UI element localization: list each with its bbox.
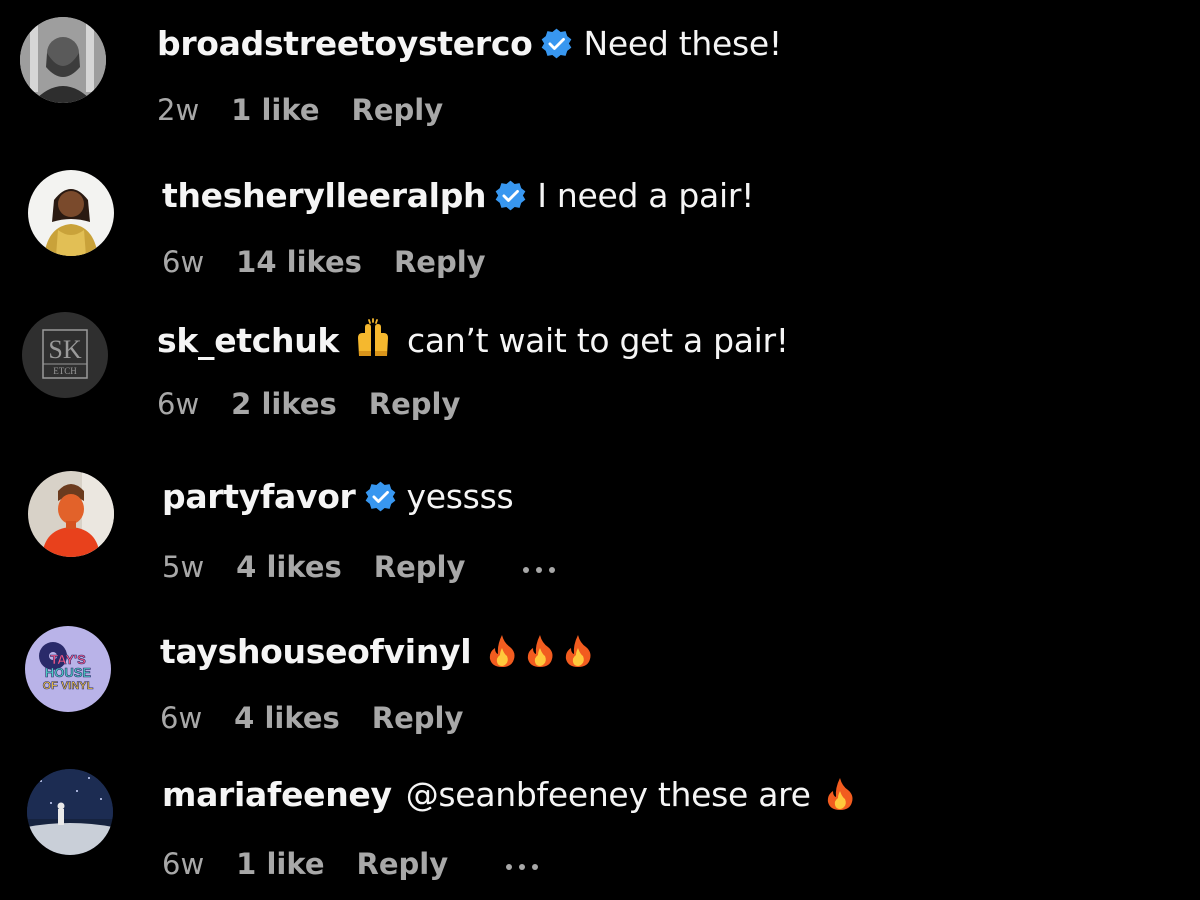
username-link[interactable]: thesherylleeralph [162,176,487,215]
tays-house-of-vinyl-logo-icon: TAY'S HOUSE OF VINYL [25,626,111,712]
reply-button[interactable]: Reply [372,700,464,736]
comment-meta: 5w 4 likes Reply [162,545,562,585]
comment-text: yessss [406,477,514,516]
username-link[interactable]: broadstreetoysterco [157,24,533,63]
avatar-logo-text: SK [48,335,81,364]
avatar-logo-text: HOUSE [45,665,92,680]
username-link[interactable]: sk_etchuk [157,321,339,360]
raising-hands-emoji-icon [353,318,393,358]
avatar-photo-icon [20,17,106,103]
avatar-photo-icon [27,769,113,855]
likes-count[interactable]: 1 like [236,846,324,882]
sk-etch-logo-icon: SK ETCH [22,312,108,398]
reply-button[interactable]: Reply [369,386,461,422]
comment-time: 6w [162,245,205,279]
reply-button[interactable]: Reply [357,846,449,882]
comment-time: 6w [157,387,200,421]
avatar[interactable] [28,170,114,256]
comment-text: Need these! [583,24,782,63]
comment-line: sk_etchuk can’t wait to get a pair! [157,318,789,361]
fire-emoji-icon [563,633,593,669]
comment-meta: 2w 1 like Reply [157,92,443,128]
comment-time: 6w [162,847,205,881]
likes-count[interactable]: 2 likes [231,386,337,422]
fire-emoji-icon [487,633,517,669]
avatar[interactable]: SK ETCH [22,312,108,398]
comment-time: 6w [160,701,203,735]
comment-line: broadstreetoysterco Need these! [157,24,782,64]
fire-emoji-icon [525,633,555,669]
likes-count[interactable]: 4 likes [234,700,340,736]
reply-button[interactable]: Reply [352,92,444,128]
verified-badge-icon [364,480,397,513]
likes-count[interactable]: 1 like [231,92,319,128]
verified-badge-icon [540,27,573,60]
comment-line: thesherylleeralph I need a pair! [162,176,754,216]
likes-count[interactable]: 4 likes [236,549,342,585]
comment-meta: 6w 4 likes Reply [160,700,463,736]
avatar[interactable] [27,769,113,855]
reply-button[interactable]: Reply [394,244,486,280]
avatar[interactable] [28,471,114,557]
username-link[interactable]: tayshouseofvinyl [160,632,472,671]
verified-badge-icon [494,179,527,212]
comment-time: 5w [162,550,205,584]
avatar[interactable]: TAY'S HOUSE OF VINYL [25,626,111,712]
comment-meta: 6w 2 likes Reply [157,386,460,422]
comments-list: broadstreetoysterco Need these! 2w 1 like R… [0,0,1200,900]
avatar-logo-text: OF VINYL [43,680,94,692]
avatar-photo-icon [28,471,114,557]
avatar[interactable] [20,17,106,103]
comment-text: can’t wait to get a pair! [407,321,789,360]
more-options-icon[interactable] [523,545,562,581]
fire-emoji-icon [825,776,855,812]
comment-meta: 6w 14 likes Reply [162,244,486,280]
username-link[interactable]: mariafeeney [162,775,392,814]
comment-meta: 6w 1 like Reply [162,842,545,882]
more-options-icon[interactable] [506,842,545,878]
comment-text: I need a pair! [537,176,755,215]
comment-line: partyfavor yessss [162,477,514,517]
avatar-logo-subtext: ETCH [53,366,77,376]
likes-count[interactable]: 14 likes [236,244,362,280]
avatar-photo-icon [28,170,114,256]
comment-line: mariafeeney @seanbfeeney these are [162,775,855,815]
comment-text: @seanbfeeney these are [405,775,811,814]
comment-line: tayshouseofvinyl [160,632,593,672]
reply-button[interactable]: Reply [374,549,466,585]
username-link[interactable]: partyfavor [162,477,356,516]
comment-time: 2w [157,93,200,127]
